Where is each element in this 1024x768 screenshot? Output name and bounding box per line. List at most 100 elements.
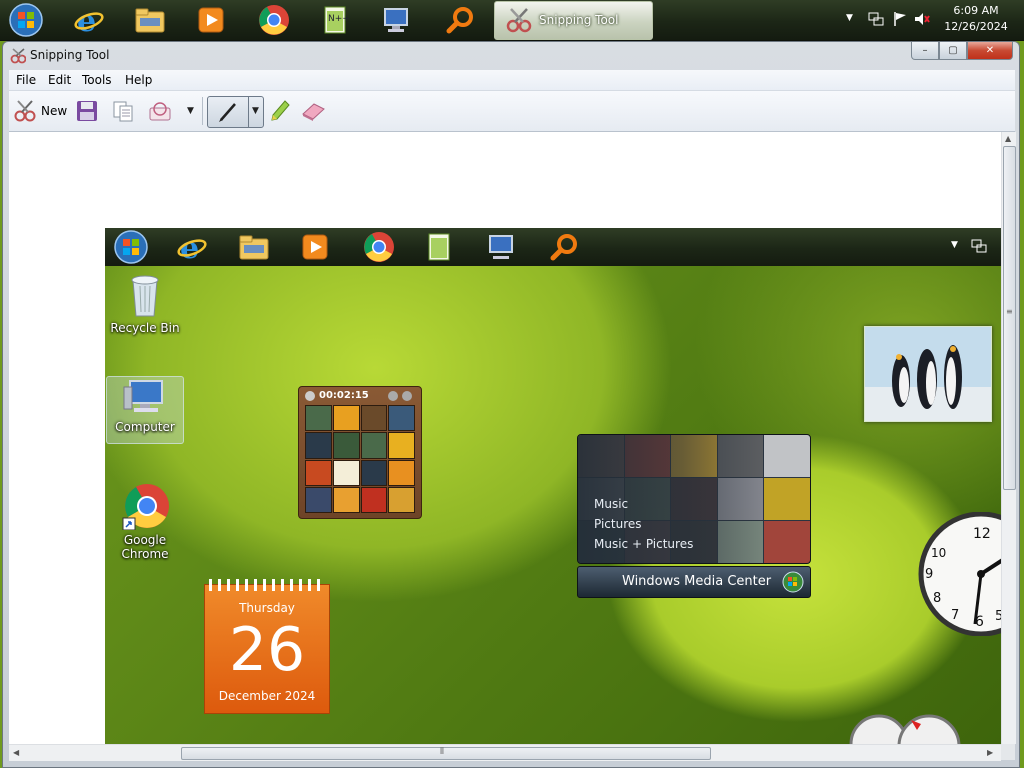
system-clock[interactable]: 6:09 AM 12/26/2024: [938, 3, 1014, 35]
active-task-label: Snipping Tool: [539, 13, 619, 27]
horizontal-scroll-thumb[interactable]: ⦀: [181, 747, 711, 760]
captured-network-icon: [971, 239, 987, 253]
captured-notepad-icon: [428, 233, 450, 261]
computer-icon: [123, 380, 163, 412]
show-hidden-icons-arrow[interactable]: ▼: [846, 13, 853, 23]
media-center-pictures: Pictures: [594, 517, 642, 531]
calendar-rings: [209, 579, 325, 591]
scroll-right-arrow[interactable]: ▶: [987, 748, 993, 757]
remote-desktop-icon[interactable]: [380, 3, 414, 37]
captured-tray-arrow: ▼: [951, 240, 958, 250]
highlighter-button[interactable]: [269, 99, 291, 123]
slideshow-gadget: [864, 326, 992, 422]
scroll-up-arrow[interactable]: ▲: [1005, 134, 1011, 143]
clock-gadget: 12 10 9 8 7 6 5: [918, 512, 1001, 636]
new-scissors-icon: [14, 100, 36, 122]
desktop-recycle-bin: Recycle Bin: [107, 272, 183, 335]
svg-text:7: 7: [951, 608, 959, 623]
send-snip-button[interactable]: [148, 99, 174, 123]
title-bar[interactable]: Snipping Tool – ▢ ✕: [3, 42, 1019, 70]
pen-icon: [219, 103, 236, 122]
taskbar: e N++ Snipping Tool ▼ 6:09 AM 12/26/2024: [0, 0, 1024, 41]
pen-dropdown-arrow-icon[interactable]: ▼: [252, 106, 259, 116]
vertical-scrollbar[interactable]: ▲ ≡: [1001, 132, 1016, 744]
save-button[interactable]: [76, 99, 98, 123]
captured-ie-icon: e: [177, 232, 207, 262]
chrome-label-line1: Google: [123, 533, 167, 547]
highlighter-icon: [271, 100, 290, 121]
penguins-photo: [865, 327, 991, 421]
pen-button[interactable]: ▼: [207, 96, 264, 128]
puzzle-grid: [305, 405, 415, 513]
internet-explorer-icon[interactable]: e: [72, 3, 106, 37]
puzzle-timer: 00:02:15: [319, 390, 369, 401]
scroll-left-arrow[interactable]: ◀: [13, 748, 19, 757]
save-floppy-icon: [77, 101, 97, 121]
media-center-logo-icon: [782, 571, 804, 593]
eraser-button[interactable]: [300, 99, 326, 123]
desktop-chrome-icon: [122, 484, 169, 531]
close-button[interactable]: ✕: [967, 42, 1013, 60]
captured-media-player-icon: [302, 234, 328, 260]
windows-explorer-icon[interactable]: [133, 3, 167, 37]
captured-screenshot: e ▼ Recycle Bin Computer Google Chrome 0…: [105, 228, 1001, 744]
send-snip-dropdown[interactable]: ▼: [187, 99, 194, 123]
captured-chrome-icon: [364, 232, 394, 262]
media-center-brand: Windows Media Center: [622, 574, 772, 589]
svg-text:8: 8: [933, 591, 941, 606]
captured-taskbar: e ▼: [105, 228, 1001, 266]
toolbar-separator: [202, 97, 203, 125]
notepad-plus-plus-icon[interactable]: N++: [318, 3, 352, 37]
media-center-gadget: Music Pictures Music + Pictures: [577, 434, 811, 564]
menu-bar: File Edit Tools Help: [9, 70, 1015, 91]
chrome-icon[interactable]: [257, 3, 291, 37]
calendar-weekday: Thursday: [239, 601, 295, 615]
puzzle-clock-icon: [305, 391, 315, 401]
scrollbar-corner: [1001, 744, 1015, 760]
eraser-icon: [302, 103, 325, 121]
scissors-icon: [506, 8, 532, 33]
captured-explorer-icon: [239, 235, 269, 260]
media-player-icon[interactable]: [194, 3, 228, 37]
search-icon[interactable]: [443, 3, 477, 37]
chrome-label-line2: Chrome: [121, 547, 169, 561]
menu-file[interactable]: File: [16, 73, 36, 87]
app-scissors-icon: [10, 48, 26, 64]
calendar-gadget: Thursday 26 December 2024: [204, 579, 330, 714]
snipping-tool-taskbar-button[interactable]: Snipping Tool: [494, 1, 653, 40]
clock-time: 6:09 AM: [953, 4, 999, 17]
action-center-flag-icon[interactable]: [892, 11, 908, 27]
volume-muted-icon[interactable]: [914, 11, 930, 27]
menu-help[interactable]: Help: [125, 73, 152, 87]
desktop-computer: Computer: [106, 376, 184, 444]
calendar-month-year: December 2024: [218, 689, 316, 703]
media-center-music-pictures: Music + Pictures: [594, 537, 694, 551]
minimize-button[interactable]: –: [911, 42, 939, 60]
meter-gadget: [849, 714, 961, 744]
new-snip-button[interactable]: New: [13, 99, 67, 123]
calendar-day-number: 26: [228, 615, 306, 685]
vertical-scroll-thumb[interactable]: ≡: [1003, 146, 1016, 490]
toolbar: New ▼ ▼: [9, 91, 1015, 132]
recycle-bin-icon: [131, 275, 159, 317]
media-center-music: Music: [594, 497, 629, 511]
start-orb-icon[interactable]: [9, 3, 43, 37]
svg-text:10: 10: [931, 546, 946, 560]
desktop-google-chrome: Google Chrome: [107, 482, 183, 561]
send-envelope-icon: [149, 102, 171, 121]
snip-canvas[interactable]: e ▼ Recycle Bin Computer Google Chrome 0…: [9, 132, 1001, 744]
menu-tools[interactable]: Tools: [82, 73, 112, 87]
recycle-bin-label: Recycle Bin: [110, 321, 180, 335]
maximize-button[interactable]: ▢: [939, 42, 967, 60]
window-title: Snipping Tool: [30, 48, 110, 62]
svg-text:9: 9: [925, 567, 933, 582]
network-icon[interactable]: [868, 11, 884, 27]
copy-button[interactable]: [112, 99, 134, 123]
copy-icon: [113, 101, 133, 122]
svg-text:12: 12: [973, 526, 991, 542]
horizontal-scrollbar[interactable]: ◀ ⦀ ▶: [9, 744, 1001, 761]
menu-edit[interactable]: Edit: [48, 73, 71, 87]
clock-date: 12/26/2024: [944, 20, 1008, 33]
svg-text:N++: N++: [328, 14, 349, 24]
computer-label: Computer: [115, 420, 175, 434]
